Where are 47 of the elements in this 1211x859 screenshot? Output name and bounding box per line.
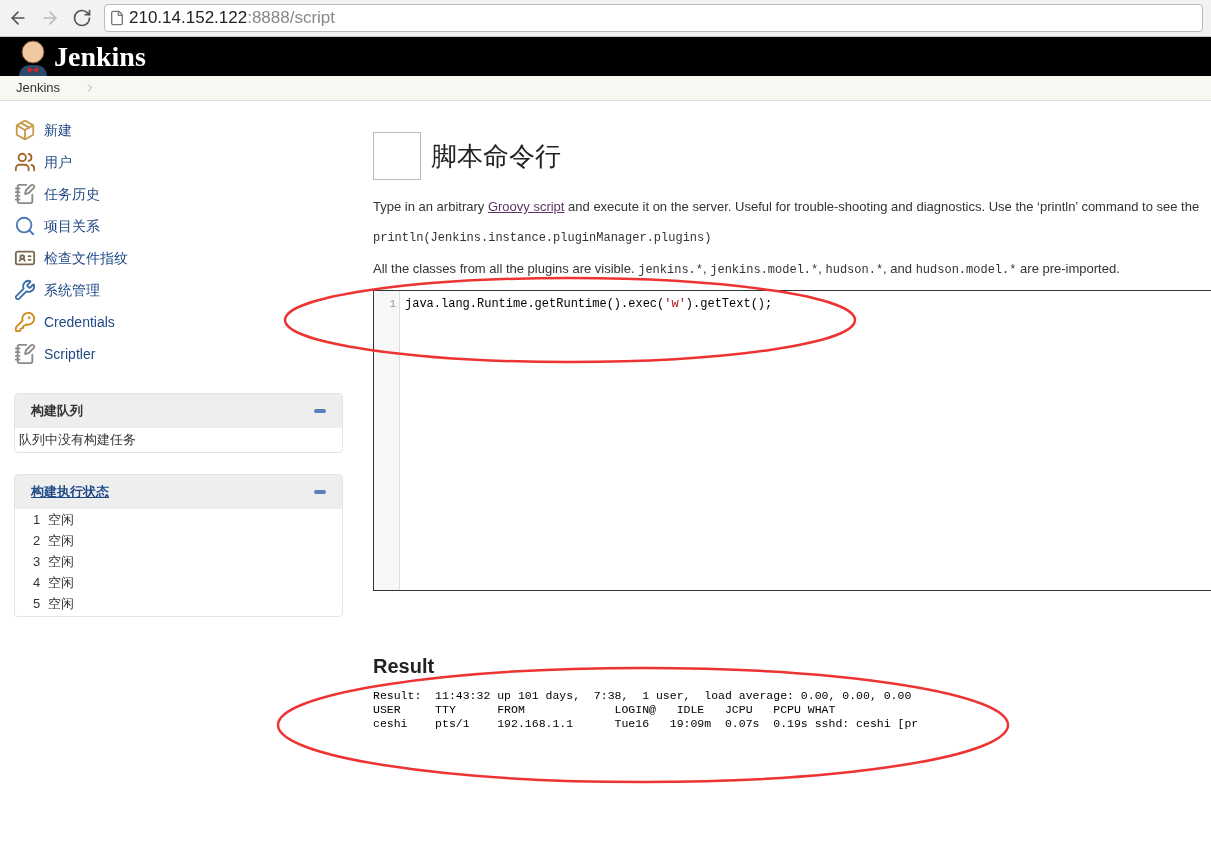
panel-title-link[interactable]: 构建执行状态 — [31, 481, 109, 502]
sidebar-task-link[interactable]: 系统管理 — [44, 279, 100, 301]
notepad-pencil-icon[interactable] — [14, 343, 36, 365]
sidebar-task-link[interactable]: 用户 — [44, 151, 72, 173]
breadcrumb-link[interactable]: Jenkins — [16, 78, 61, 98]
jenkins-logo-text[interactable]: Jenkins — [54, 35, 146, 78]
sidebar-task-link[interactable]: 检查文件指纹 — [44, 247, 128, 269]
executor-number: 5 — [33, 595, 41, 614]
users-icon[interactable] — [14, 151, 36, 173]
executor-status: 空闲 — [48, 595, 75, 614]
executor-number: 3 — [33, 553, 41, 572]
intro-text: Type in an arbitrary Groovy script and execute it on the server. Useful for trouble-shooting and diagnostics. Use the ‘println’ command to see the — [373, 198, 1201, 216]
panel-empty-text: 队列中没有构建任务 — [18, 431, 137, 449]
example-code: println(Jenkins.instance.pluginManager.plugins) — [373, 229, 713, 247]
reload-icon[interactable] — [72, 8, 92, 28]
broken-image-placeholder — [373, 132, 421, 180]
panel-title: 构建队列 — [31, 402, 83, 421]
page-icon — [109, 10, 125, 26]
executor-number: 4 — [33, 574, 41, 593]
executor-status: 空闲 — [48, 553, 75, 572]
collapse-icon[interactable] — [314, 409, 326, 413]
executor-status: 空闲 — [48, 511, 75, 530]
sidebar-task-link[interactable]: 任务历史 — [44, 183, 100, 205]
executor-status: 空闲 — [48, 532, 75, 551]
sidebar-task-link[interactable]: Credentials — [44, 311, 115, 333]
package-icon[interactable] — [14, 119, 36, 141]
tools-icon[interactable] — [14, 279, 36, 301]
executor-status: 空闲 — [48, 574, 75, 593]
sidebar-task-link[interactable]: 新建 — [44, 119, 72, 141]
groovy-script-link[interactable]: Groovy script — [487, 199, 565, 214]
search-icon[interactable] — [14, 215, 36, 237]
keys-icon[interactable] — [14, 311, 36, 333]
sidebar-task-link[interactable]: 项目关系 — [44, 215, 100, 237]
page-title: 脚本命令行 — [431, 139, 561, 173]
result-output: Result: 11:43:32 up 101 days, 7:38, 1 user, load average: 0.00, 0.00, 0.00 USER TTY FROM LOGIN@ IDLE JCPU PCPU WHAT ceshi pts/1 192.168.1.1 Tue16 19:09m 0.07s 0.19s sshd: ceshi [pr — [373, 688, 920, 731]
executor-number: 1 — [33, 511, 41, 530]
executor-number: 2 — [33, 532, 41, 551]
result-heading: Result — [373, 653, 436, 679]
address-field[interactable]: 210.14.152.122:8888/script — [104, 4, 1203, 32]
code-line: java.lang.Runtime.getRuntime().exec('w').getText(); — [405, 295, 773, 312]
imports-text: All the classes from all the plugins are visible. jenkins.*, jenkins.model.*, hudson.*, and hudson.model.* are pre-imported. — [373, 259, 1121, 279]
sidebar-task-link[interactable]: Scriptler — [44, 343, 96, 365]
notepad-pencil-icon[interactable] — [14, 183, 36, 205]
butler-logo-icon[interactable] — [16, 37, 50, 76]
line-number: 1 — [388, 296, 397, 312]
collapse-icon[interactable] — [314, 489, 326, 494]
script-editor[interactable]: 1 java.lang.Runtime.getRuntime().exec('w').getText(); — [373, 289, 1211, 591]
